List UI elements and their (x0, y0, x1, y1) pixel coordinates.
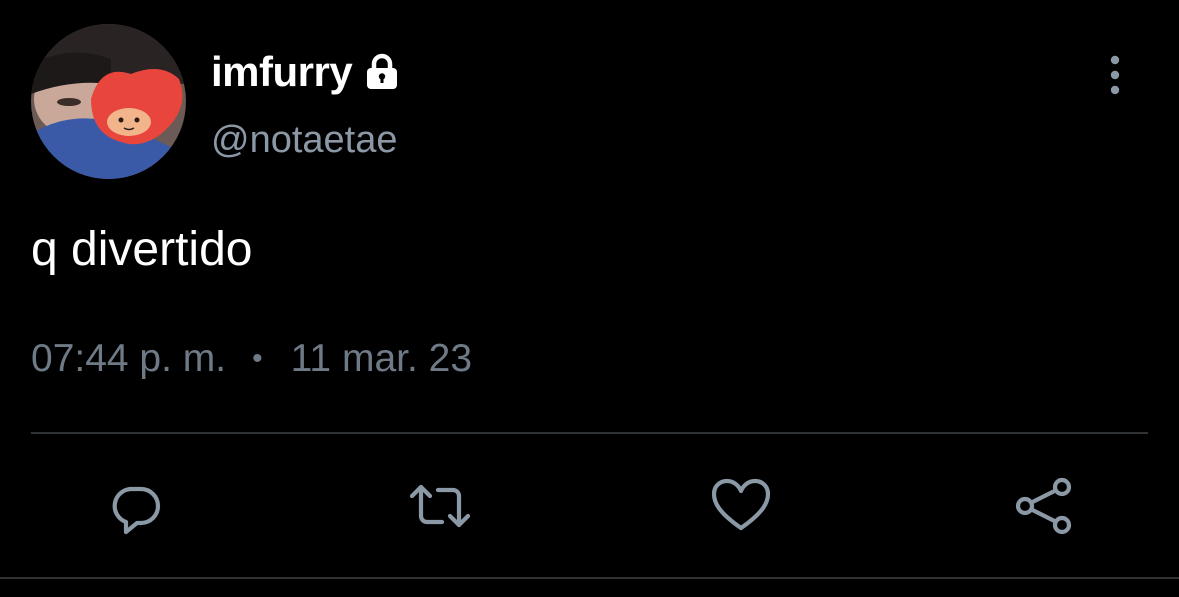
display-name[interactable]: imfurry (211, 44, 353, 100)
share-icon (1015, 477, 1072, 535)
retweet-icon (409, 484, 471, 528)
avatar[interactable] (31, 24, 186, 179)
display-name-row: imfurry (211, 44, 402, 100)
bottom-divider (0, 577, 1179, 579)
tweet-time[interactable]: 07:44 p. m. (31, 335, 226, 383)
tweet-detail: imfurry @notaetae q divertido 07:44 p. m… (0, 0, 1179, 597)
tweet-date[interactable]: 11 mar. 23 (291, 335, 472, 383)
meta-separator: • (252, 342, 263, 375)
avatar-image (31, 24, 186, 179)
like-button[interactable] (709, 474, 773, 538)
tweet-timestamp: 07:44 p. m. • 11 mar. 23 (31, 335, 472, 383)
tweet-text: q divertido (31, 223, 253, 276)
user-handle[interactable]: @notaetae (211, 116, 398, 164)
share-button[interactable] (1012, 474, 1076, 538)
heart-icon (711, 478, 771, 531)
more-options-icon[interactable] (1098, 53, 1132, 97)
reply-icon (112, 486, 161, 535)
divider (31, 432, 1148, 434)
retweet-button[interactable] (408, 474, 472, 538)
lock-icon (362, 52, 402, 92)
reply-button[interactable] (104, 474, 168, 538)
